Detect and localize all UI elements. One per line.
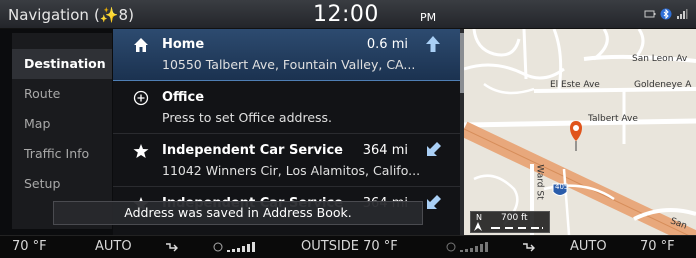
menu-item-destination[interactable]: Destination (12, 49, 112, 79)
list-item-name: Office (162, 90, 205, 105)
list-item-address: 11042 Winners Cir, Los Alamitos, Califo.… (162, 163, 421, 178)
clock: 12:00 (313, 2, 379, 27)
list-item-address: 10550 Talbert Ave, Fountain Valley, CA..… (162, 57, 416, 72)
climate-bar: 70 °F AUTO OUTSIDE 70 °F AUTO 70 °F (0, 235, 696, 258)
right-temperature[interactable]: 70 °F (640, 239, 675, 254)
star-icon (133, 144, 149, 158)
compass-label: N (476, 213, 482, 222)
home-icon (134, 38, 148, 52)
list-item-name: Home (162, 37, 205, 52)
list-item-address: Press to set Office address. (162, 110, 333, 125)
plus-circle-icon (133, 90, 149, 106)
page-title: Navigation (8, 6, 89, 24)
street-label: Talbert Ave (588, 114, 638, 124)
signal-icon (677, 9, 688, 19)
airflow-icon[interactable] (521, 241, 537, 253)
side-menu: Destination Route Map Traffic Info Setup (12, 33, 112, 229)
list-item-favorite[interactable]: Independent Car Service 364 mi 11042 Win… (113, 135, 460, 187)
north-arrow-icon (426, 36, 440, 52)
menu-item-traffic-info[interactable]: Traffic Info (12, 139, 112, 169)
northwest-arrow-icon (427, 195, 441, 209)
list-item-home[interactable]: Home 0.6 mi 10550 Talbert Ave, Fountain … (113, 29, 460, 81)
list-item-office[interactable]: Office Press to set Office address. (113, 82, 460, 134)
map-scale: N 700 ft (470, 211, 550, 233)
menu-item-route[interactable]: Route (12, 79, 112, 109)
outside-temperature: OUTSIDE 70 °F (301, 239, 398, 254)
menu-item-map[interactable]: Map (12, 109, 112, 139)
status-bar: Navigation (✨8) 12:00 PM (0, 0, 696, 29)
left-temperature[interactable]: 70 °F (12, 239, 47, 254)
left-auto-mode[interactable]: AUTO (95, 239, 132, 254)
airflow-icon[interactable] (164, 241, 180, 253)
street-label: El Este Ave (550, 80, 600, 90)
compass-arrow-icon (474, 222, 482, 231)
location-count: (✨8) (94, 6, 134, 24)
highway-shield-label: 405 (555, 183, 569, 191)
toast-message: Address was saved in Address Book. (53, 201, 423, 225)
menu-item-setup[interactable]: Setup (12, 169, 112, 199)
right-auto-mode[interactable]: AUTO (570, 239, 607, 254)
status-icons (644, 8, 688, 20)
fan-speed-icon[interactable] (446, 241, 490, 253)
street-label: Ward St (534, 164, 545, 200)
list-item-distance: 0.6 mi (366, 37, 408, 52)
street-label: San Leon Av (632, 54, 688, 64)
clock-period: PM (420, 11, 437, 24)
battery-icon (644, 10, 656, 18)
fan-speed-icon[interactable] (213, 241, 257, 253)
scale-bar (491, 227, 543, 229)
scale-label: 700 ft (501, 213, 528, 223)
southwest-arrow-icon (427, 142, 441, 156)
street-label: Goldeneye A (634, 80, 692, 90)
bluetooth-icon (660, 8, 672, 20)
list-item-distance: 364 mi (362, 143, 408, 158)
list-item-name: Independent Car Service (162, 143, 344, 158)
map-view[interactable]: San Leon Av El Este Ave Goldeneye A Talb… (464, 29, 696, 235)
